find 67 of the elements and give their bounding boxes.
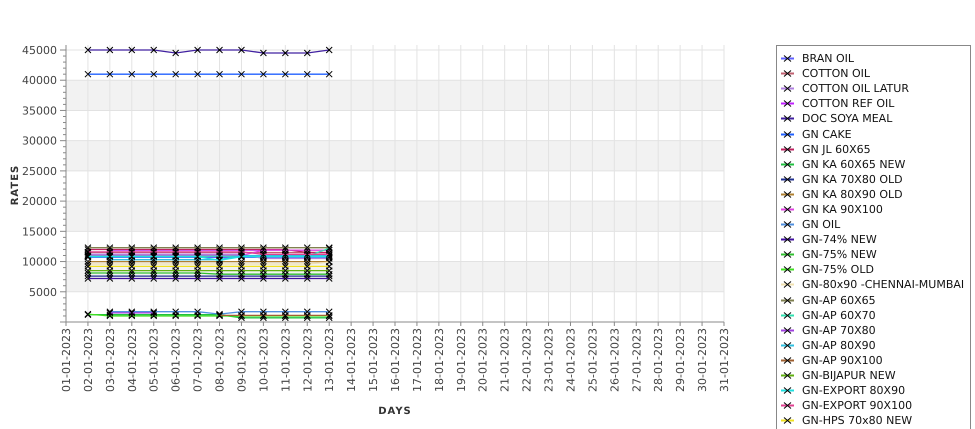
x-tick-label: 26-01-2023 — [608, 328, 622, 392]
x-tick-label: 30-01-2023 — [696, 328, 710, 392]
x-tick-label: 11-01-2023 — [279, 328, 292, 392]
x-tick-label: 28-01-2023 — [652, 328, 666, 392]
legend-label: GN-BIJAPUR NEW — [802, 369, 896, 382]
y-tick-label: 35000 — [22, 104, 57, 118]
legend-label: GN-EXPORT 80X90 — [802, 384, 906, 398]
x-tick-label: 27-01-2023 — [630, 328, 644, 392]
legend-label: BRAN OIL — [802, 52, 854, 66]
x-tick-label: 09-01-2023 — [235, 328, 248, 392]
legend-label: DOC SOYA MEAL — [802, 112, 892, 126]
legend-label: GN-AP 80X90 — [802, 338, 876, 352]
y-axis-title: RATES — [10, 164, 21, 206]
x-tick-label: 12-01-2023 — [301, 328, 314, 392]
y-tick-label: 40000 — [22, 74, 57, 88]
legend-label: GN OIL — [802, 218, 840, 232]
legend-label: GN KA 80X90 OLD — [802, 188, 903, 201]
legend-label: GN JL 60X65 — [802, 142, 871, 156]
legend-label: GN KA 60X65 NEW — [802, 158, 906, 171]
x-tick-label: 07-01-2023 — [192, 328, 205, 392]
y-tick-label: 15000 — [22, 225, 57, 238]
x-tick-label: 23-01-2023 — [542, 328, 556, 392]
x-tick-label: 08-01-2023 — [214, 328, 227, 392]
legend-label: GN-EXPORT 90X100 — [802, 399, 912, 412]
y-tick-label: 30000 — [22, 134, 57, 148]
x-tick-label: 16-01-2023 — [389, 328, 402, 392]
x-tick-label: 19-01-2023 — [454, 328, 468, 392]
x-tick-label: 15-01-2023 — [367, 328, 380, 392]
legend-label: GN-AP 90X100 — [802, 354, 883, 367]
x-tick-label: 10-01-2023 — [257, 328, 270, 392]
legend-label: GN-AP 60X65 — [802, 294, 876, 307]
y-tick-label: 20000 — [22, 195, 57, 208]
x-tick-label: 18-01-2023 — [432, 328, 446, 392]
legend-label: COTTON REF OIL — [802, 97, 894, 110]
legend-label: GN-75% NEW — [802, 248, 877, 262]
y-tick-label: 25000 — [22, 164, 57, 178]
legend-label: GN CAKE — [802, 128, 852, 141]
y-tick-label: 5000 — [29, 286, 57, 299]
x-tick-label: 31-01-2023 — [718, 328, 731, 392]
legend-label: GN KA 90X100 — [802, 202, 883, 216]
x-tick-label: 01-01-2023 — [60, 328, 73, 392]
legend-label: GN-HPS 70x80 NEW — [802, 414, 912, 428]
x-tick-label: 29-01-2023 — [674, 328, 688, 392]
x-tick-label: 04-01-2023 — [126, 328, 139, 392]
x-tick-label: 22-01-2023 — [520, 328, 534, 392]
legend-label: COTTON OIL — [802, 67, 870, 80]
x-tick-label: 06-01-2023 — [170, 328, 183, 392]
legend-label: GN-AP 70X80 — [802, 324, 876, 337]
x-tick-label: 21-01-2023 — [498, 328, 512, 392]
y-tick-label: 10000 — [22, 256, 57, 269]
legend-label: COTTON OIL LATUR — [802, 82, 909, 96]
x-tick-label: 24-01-2023 — [564, 328, 578, 392]
x-tick-label: 02-01-2023 — [82, 328, 95, 392]
x-tick-label: 13-01-2023 — [323, 328, 336, 392]
legend-label: GN-80x90 -CHENNAI-MUMBAI — [802, 278, 964, 292]
legend-label: GN-75% OLD — [802, 263, 874, 276]
x-tick-label: 03-01-2023 — [104, 328, 117, 392]
x-axis-title: DAYS — [378, 406, 412, 417]
x-tick-label: 14-01-2023 — [345, 328, 358, 392]
x-tick-label: 17-01-2023 — [410, 328, 424, 392]
x-tick-label: 20-01-2023 — [476, 328, 490, 392]
legend-label: GN-AP 60X70 — [802, 308, 876, 322]
legend-label: GN KA 70X80 OLD — [802, 172, 903, 186]
legend-label: GN-74% NEW — [802, 233, 877, 246]
x-tick-label: 25-01-2023 — [586, 328, 600, 392]
x-tick-label: 05-01-2023 — [148, 328, 161, 392]
y-tick-label: 45000 — [22, 44, 57, 57]
